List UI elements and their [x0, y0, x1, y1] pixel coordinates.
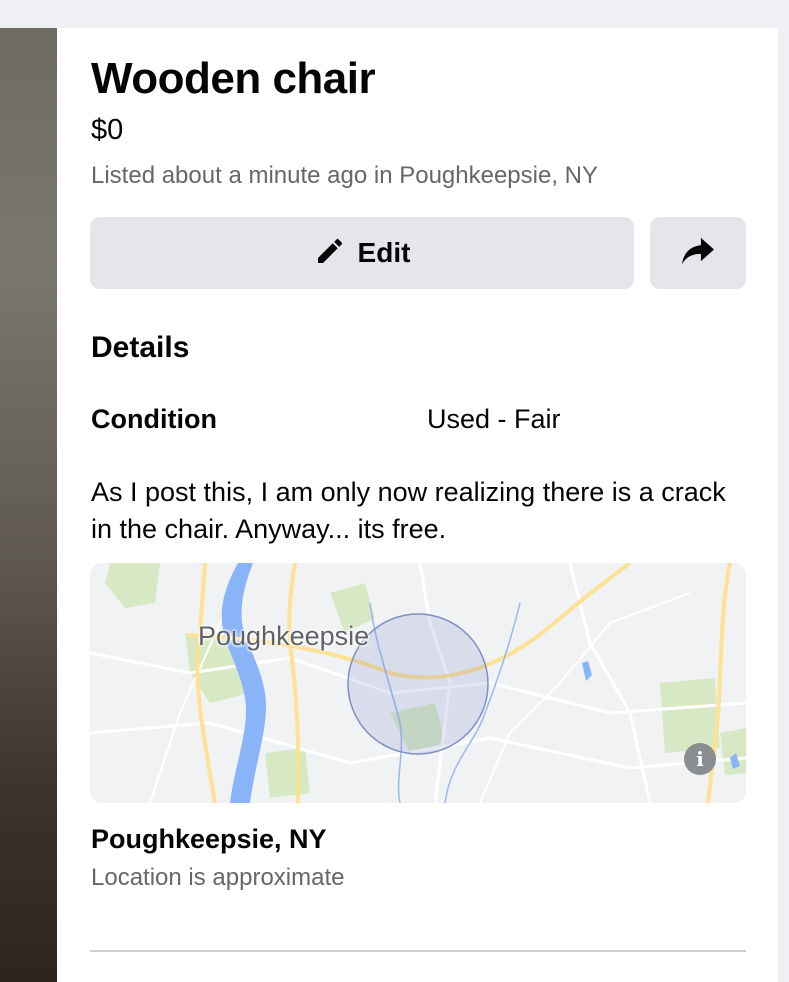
condition-value: Used - Fair [427, 404, 561, 434]
share-arrow-icon [680, 235, 716, 272]
pencil-icon [314, 235, 346, 272]
section-divider [90, 950, 746, 952]
map-graphic [90, 563, 746, 803]
listing-title: Wooden chair [91, 54, 376, 103]
listing-time-location: Listed about a minute ago in Poughkeepsi… [91, 162, 599, 189]
share-button[interactable] [650, 217, 746, 289]
edit-button[interactable]: Edit [90, 217, 634, 289]
info-icon[interactable]: i [684, 743, 716, 775]
condition-label: Condition [91, 404, 217, 434]
listing-details-panel: Wooden chair $0 Listed about a minute ag… [57, 28, 778, 982]
location-approximate-note: Location is approximate [91, 864, 345, 891]
location-map[interactable]: Poughkeepsie i [90, 563, 746, 803]
listing-description: As I post this, I am only now realizing … [91, 477, 726, 544]
edit-button-label: Edit [357, 237, 411, 268]
location-name: Poughkeepsie, NY [91, 824, 327, 854]
map-city-label: Poughkeepsie [198, 621, 370, 651]
listing-photo-edge [0, 28, 57, 982]
details-heading: Details [91, 331, 190, 364]
listing-price: $0 [91, 114, 124, 146]
